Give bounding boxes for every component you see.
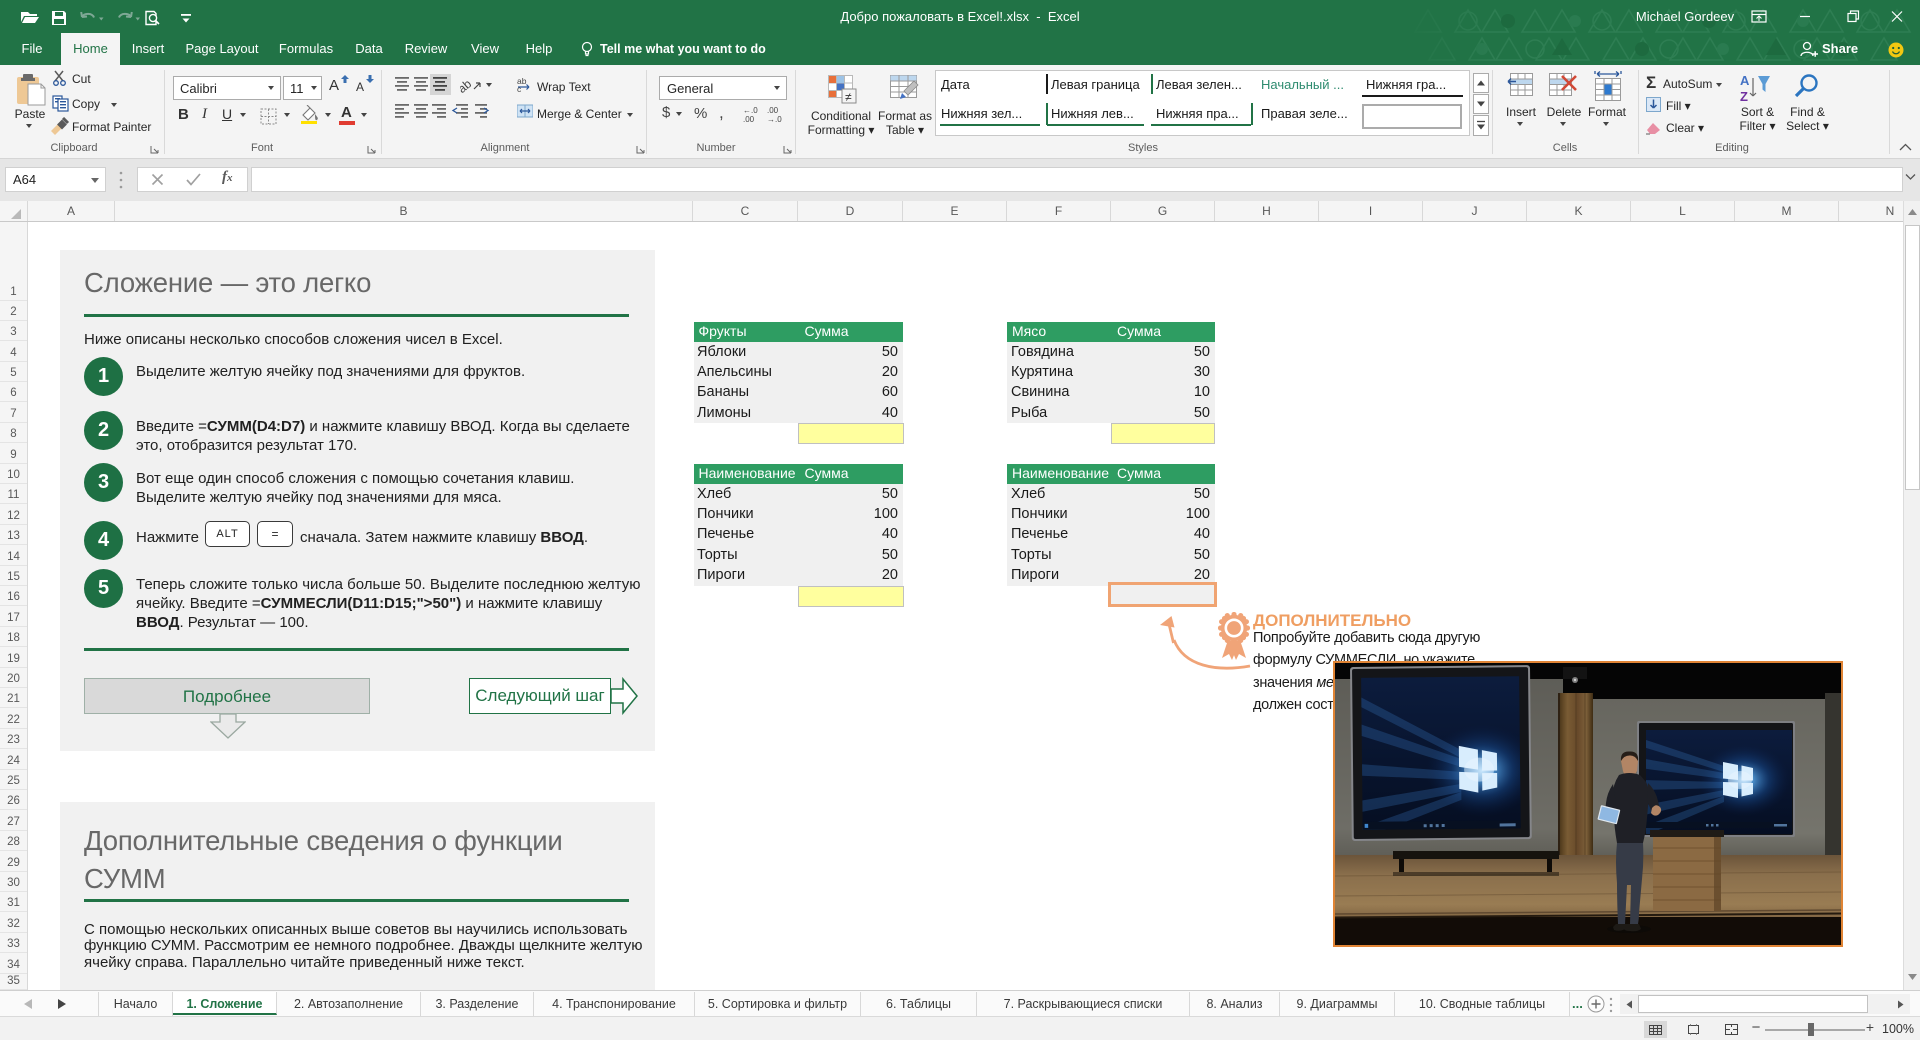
svg-text:→.0: →.0	[767, 115, 782, 123]
svg-text:←.0: ←.0	[743, 106, 758, 115]
svg-text:≠: ≠	[845, 90, 852, 104]
svg-text:Z: Z	[1740, 89, 1748, 104]
svg-text:ab: ab	[460, 77, 474, 93]
svg-text:.00: .00	[767, 106, 779, 115]
svg-text:A: A	[1740, 73, 1750, 88]
svg-text:.00: .00	[743, 115, 755, 123]
